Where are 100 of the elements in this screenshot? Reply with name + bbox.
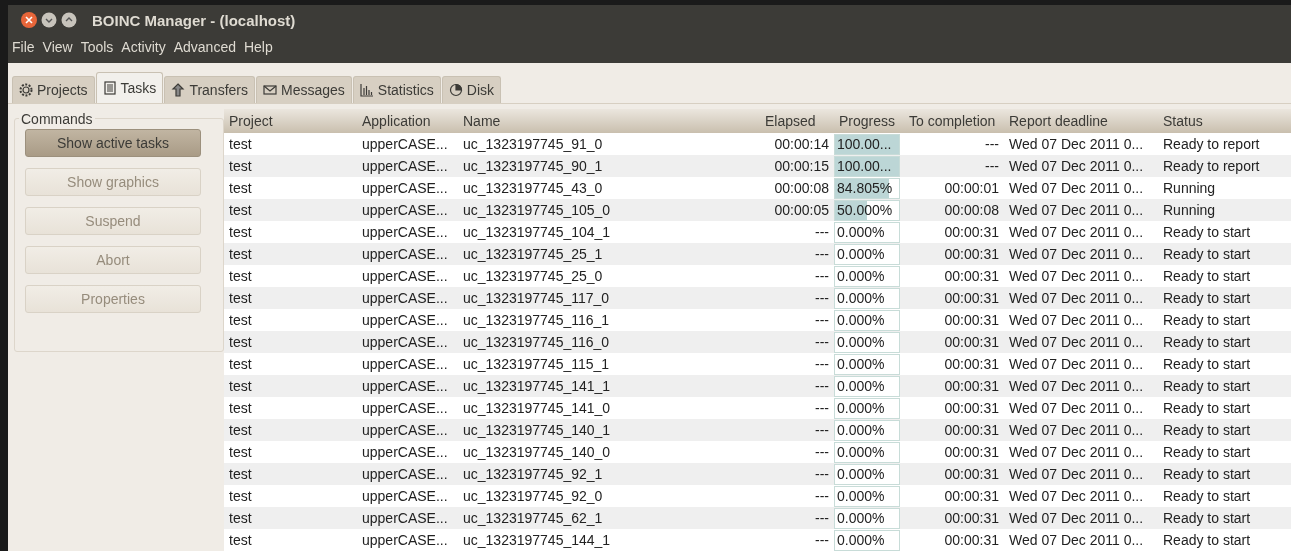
- menu-item[interactable]: File: [12, 39, 35, 59]
- column-header[interactable]: Project: [224, 113, 357, 129]
- table-cell-text: Ready to start: [1162, 378, 1252, 394]
- task-row[interactable]: test upperCASE... uc_1323197745_140_1 --- 0.000% 00:00:31 Wed 07 Dec 2011 0... Ready to start: [224, 419, 1291, 441]
- tab[interactable]: Tasks: [95, 72, 164, 103]
- table-cell-text: Running: [1162, 180, 1217, 196]
- table-cell-text: Wed 07 Dec 2011 0...: [1008, 312, 1145, 328]
- task-row[interactable]: test upperCASE... uc_1323197745_25_1 --- 0.000% 00:00:31 Wed 07 Dec 2011 0... Ready to start: [224, 243, 1291, 265]
- table-cell-text: Ready to start: [1162, 334, 1252, 350]
- table-cell-text: 00:00:31: [943, 444, 1000, 460]
- tab[interactable]: Transfers: [164, 76, 255, 103]
- column-header[interactable]: Progress: [834, 113, 904, 129]
- table-cell-text: uc_1323197745_140_1: [462, 422, 612, 438]
- table-cell-text: 00:00:31: [943, 356, 1000, 372]
- table-cell-text: upperCASE...: [361, 136, 449, 152]
- table-cell-text: 00:00:31: [943, 334, 1000, 350]
- table-cell-text: test: [228, 356, 253, 372]
- table-cell-text: ---: [814, 510, 830, 526]
- task-row[interactable]: test upperCASE... uc_1323197745_90_1 00:00:15 100.00... --- Wed 07 Dec 2011 0... Ready to report: [224, 155, 1291, 177]
- table-cell-text: uc_1323197745_115_1: [462, 356, 611, 372]
- table-cell-text: Ready to start: [1162, 246, 1252, 262]
- tab[interactable]: Messages: [256, 76, 352, 103]
- table-cell-text: uc_1323197745_144_1: [462, 532, 612, 548]
- table-cell-text: upperCASE...: [361, 268, 449, 284]
- table-cell-text: Wed 07 Dec 2011 0...: [1008, 290, 1145, 306]
- table-cell-text: test: [228, 180, 253, 196]
- column-header[interactable]: To completion: [904, 113, 1004, 129]
- column-header[interactable]: Name: [458, 113, 760, 129]
- table-cell-text: test: [228, 532, 253, 548]
- tab[interactable]: Statistics: [352, 76, 441, 103]
- menu-item[interactable]: Tools: [80, 39, 114, 59]
- table-cell-text: ---: [814, 444, 830, 460]
- table-cell-text: 00:00:31: [943, 290, 1000, 306]
- progress-text: 0.000%: [836, 466, 885, 482]
- progress-text: 100.00...: [836, 158, 892, 174]
- table-cell-text: 00:00:31: [943, 532, 1000, 548]
- table-cell-text: upperCASE...: [361, 312, 449, 328]
- table-cell-text: uc_1323197745_117_0: [462, 290, 611, 306]
- column-header[interactable]: Report deadline: [1004, 113, 1158, 129]
- table-cell-text: test: [228, 422, 253, 438]
- table-cell-text: 00:00:15: [773, 158, 830, 174]
- table-cell-text: Ready to report: [1162, 136, 1261, 152]
- table-cell-text: uc_1323197745_92_0: [462, 488, 604, 504]
- table-cell-text: test: [228, 246, 253, 262]
- table-cell-text: test: [228, 510, 253, 526]
- tab[interactable]: Projects: [12, 76, 95, 103]
- table-cell-text: test: [228, 312, 253, 328]
- bar-chart-icon: [359, 83, 374, 97]
- table-cell-text: Ready to report: [1162, 158, 1261, 174]
- table-cell-text: Wed 07 Dec 2011 0...: [1008, 158, 1145, 174]
- progress-text: 0.000%: [836, 224, 885, 240]
- progress-text: 0.000%: [836, 334, 885, 350]
- menu-item[interactable]: Help: [243, 39, 273, 59]
- envelope-icon: [263, 83, 277, 97]
- document-icon: [102, 81, 117, 95]
- table-cell-text: ---: [814, 312, 830, 328]
- task-row[interactable]: test upperCASE... uc_1323197745_117_0 --- 0.000% 00:00:31 Wed 07 Dec 2011 0... Ready to start: [224, 287, 1291, 309]
- menu-item[interactable]: Activity: [121, 39, 166, 59]
- table-cell-text: Ready to start: [1162, 268, 1252, 284]
- column-header[interactable]: Elapsed: [760, 113, 834, 129]
- table-cell-text: Running: [1162, 202, 1217, 218]
- table-cell-text: test: [228, 334, 253, 350]
- progress-text: 0.000%: [836, 290, 885, 306]
- table-cell-text: 00:00:31: [943, 400, 1000, 416]
- table-cell-text: test: [228, 488, 253, 504]
- table-cell-text: uc_1323197745_141_1: [462, 378, 612, 394]
- column-header[interactable]: Application: [357, 113, 458, 129]
- table-cell-text: 00:00:08: [773, 180, 830, 196]
- table-cell-text: upperCASE...: [361, 180, 449, 196]
- task-row[interactable]: test upperCASE... uc_1323197745_141_1 --- 0.000% 00:00:31 Wed 07 Dec 2011 0... Ready to start: [224, 375, 1291, 397]
- table-cell-text: upperCASE...: [361, 422, 449, 438]
- task-row[interactable]: test upperCASE... uc_1323197745_62_1 --- 0.000% 00:00:31 Wed 07 Dec 2011 0... Ready to start: [224, 507, 1291, 529]
- table-cell-text: test: [228, 466, 253, 482]
- task-row[interactable]: test upperCASE... uc_1323197745_105_0 00:00:05 50.000% 00:00:08 Wed 07 Dec 2011 0... Running: [224, 199, 1291, 221]
- table-cell-text: 00:00:05: [773, 202, 830, 218]
- table-cell-text: ---: [814, 246, 830, 262]
- table-cell-text: ---: [814, 290, 830, 306]
- table-cell-text: 00:00:31: [943, 422, 1000, 438]
- group-title: Commands: [19, 111, 95, 127]
- window-controls-drawing[interactable]: [20, 11, 78, 29]
- column-header[interactable]: Status: [1158, 113, 1291, 129]
- table-cell-text: Wed 07 Dec 2011 0...: [1008, 246, 1145, 262]
- menu-item[interactable]: View: [42, 39, 73, 59]
- table-cell-text: Wed 07 Dec 2011 0...: [1008, 268, 1145, 284]
- command-button[interactable]: Show active tasks: [25, 129, 201, 157]
- table-cell-text: Ready to start: [1162, 444, 1252, 460]
- progress-text: 0.000%: [836, 444, 885, 460]
- task-row[interactable]: test upperCASE... uc_1323197745_116_0 --- 0.000% 00:00:31 Wed 07 Dec 2011 0... Ready to start: [224, 331, 1291, 353]
- table-cell-text: Ready to start: [1162, 510, 1252, 526]
- table-cell-text: upperCASE...: [361, 532, 449, 548]
- progress-text: 0.000%: [836, 532, 885, 548]
- table-cell-text: Ready to start: [1162, 224, 1252, 240]
- task-row[interactable]: test upperCASE... uc_1323197745_92_1 --- 0.000% 00:00:31 Wed 07 Dec 2011 0... Ready to start: [224, 463, 1291, 485]
- progress-text: 0.000%: [836, 356, 885, 372]
- menu-item[interactable]: Advanced: [173, 39, 236, 59]
- table-cell-text: ---: [814, 268, 830, 284]
- table-cell-text: Wed 07 Dec 2011 0...: [1008, 136, 1145, 152]
- table-cell-text: upperCASE...: [361, 510, 449, 526]
- tab[interactable]: Disk: [441, 76, 502, 103]
- table-cell-text: uc_1323197745_141_0: [462, 400, 612, 416]
